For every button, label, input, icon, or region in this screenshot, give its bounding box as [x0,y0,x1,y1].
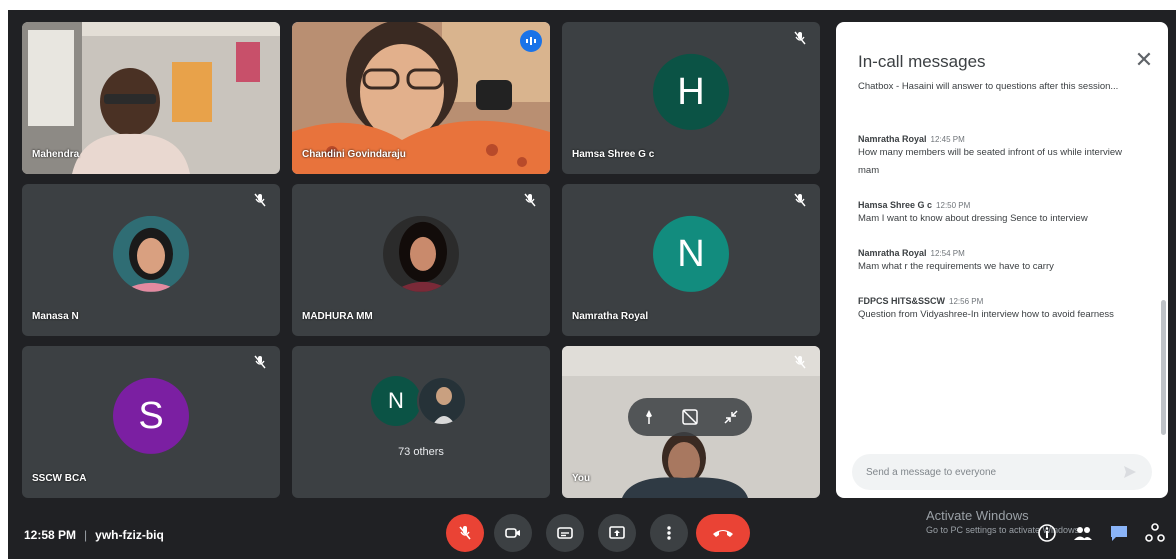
message-sender: FDPCS HITS&SSCW [858,296,946,306]
message-text: Chatbox - Hasaini will answer to questio… [858,81,1119,92]
send-icon[interactable] [1122,464,1138,480]
mic-off-icon [794,355,806,369]
mic-off-icon [459,526,471,540]
participant-tile-others[interactable]: N 73 others [292,346,550,498]
scrollbar[interactable] [1161,300,1166,435]
chat-icon[interactable] [1108,522,1130,544]
pin-icon[interactable] [640,408,658,426]
participant-tile-namratha[interactable]: N Namratha Royal [562,184,820,336]
participant-name: You [572,473,591,484]
chat-message: Namratha Royal 12:54 PM Mam what r the re… [858,248,1143,276]
mic-off-icon [794,193,806,207]
message-text: Mam I want to know about dressing Sence … [858,213,1088,224]
mic-off-icon [794,31,806,45]
chat-message: FDPCS HITS&SSCW 12:56 PM Question from Vi… [858,296,1143,324]
meeting-code: ywh-fziz-biq [95,528,164,542]
message-time: 12:45 PM [930,135,965,144]
participant-avatar [383,215,459,292]
captions-button[interactable] [546,514,584,552]
activities-icon[interactable] [1144,522,1166,544]
participant-avatar: N [653,215,729,292]
participant-name: Namratha Royal [572,311,649,322]
chat-message: Hamsa Shree G c 12:50 PM Mam I want to kn… [858,200,1143,228]
mic-off-icon [254,193,266,207]
people-icon[interactable] [1072,522,1094,544]
chat-message: Namratha Royal 12:45 PM How many members … [858,134,1143,180]
message-sender: Namratha Royal [858,134,927,144]
participant-name: Mahendra [32,149,80,160]
self-tile-controls [628,398,752,436]
mic-off-icon [524,193,536,207]
message-time: 12:50 PM [936,201,971,210]
separator: | [84,528,88,542]
participant-tile-self[interactable]: You [562,346,820,498]
message-sender: Namratha Royal [858,248,927,258]
leave-call-button[interactable] [696,514,750,552]
message-input[interactable] [852,454,1152,490]
panel-title: In-call messages [858,52,986,71]
message-time: 12:54 PM [930,249,965,258]
chat-message: Chatbox - Hasaini will answer to questio… [858,78,1143,114]
background-effects-icon[interactable] [681,408,699,426]
others-count-label: 73 others [398,446,444,458]
participant-name: Hamsa Shree G c [572,149,655,160]
mic-off-icon [254,355,266,369]
message-list: Chatbox - Hasaini will answer to questio… [858,81,1143,344]
participant-avatar: H [653,53,729,130]
participant-tile-sscw-bca[interactable]: S SSCW BCA [22,346,280,498]
message-time: 12:56 PM [949,297,984,306]
message-text: Question from Vidyashree-In interview ho… [858,309,1114,320]
others-avatar-stack: N [371,376,471,430]
present-icon [609,526,625,539]
in-call-messages-panel: In-call messages ✕ Chatbox - Hasaini wil… [836,22,1168,498]
message-text: Mam what r the requirements we have to c… [858,261,1054,272]
participant-tile-hamsa[interactable]: H Hamsa Shree G c [562,22,820,174]
speaking-indicator-icon [520,30,542,52]
side-panel-icons [1036,522,1166,544]
participant-tile-mahendra[interactable]: Mahendra [22,22,280,174]
meeting-info: 12:58 PM | ywh-fziz-biq [24,528,164,542]
camera-icon [505,528,520,538]
meet-window: Mahendra Chandini Govindaraju H Hamsa Sh… [8,10,1176,559]
mic-toggle-button[interactable] [446,514,484,552]
participant-avatar: N [371,376,421,426]
watermark-title: Activate Windows [926,508,1029,523]
info-icon[interactable] [1036,522,1058,544]
participant-avatar: S [113,377,189,454]
meeting-time: 12:58 PM [24,528,77,542]
participant-tile-manasa[interactable]: Manasa N [22,184,280,336]
more-vert-icon [667,526,671,540]
participant-name: Chandini Govindaraju [302,149,406,160]
participant-name: SSCW BCA [32,473,87,484]
more-options-button[interactable] [650,514,688,552]
participant-avatar [417,376,467,426]
participant-name: MADHURA MM [302,311,373,322]
hang-up-icon [713,530,733,537]
captions-icon [557,527,573,539]
close-icon[interactable]: ✕ [1134,49,1154,71]
minimize-icon[interactable] [722,408,740,426]
participant-tile-chandini[interactable]: Chandini Govindaraju [292,22,550,174]
participant-name: Manasa N [32,311,79,322]
message-sender: Hamsa Shree G c [858,200,933,210]
participant-tile-madhura[interactable]: MADHURA MM [292,184,550,336]
camera-toggle-button[interactable] [494,514,532,552]
participant-avatar [113,215,189,292]
present-screen-button[interactable] [598,514,636,552]
message-text: How many members will be seated infront … [858,147,1122,176]
